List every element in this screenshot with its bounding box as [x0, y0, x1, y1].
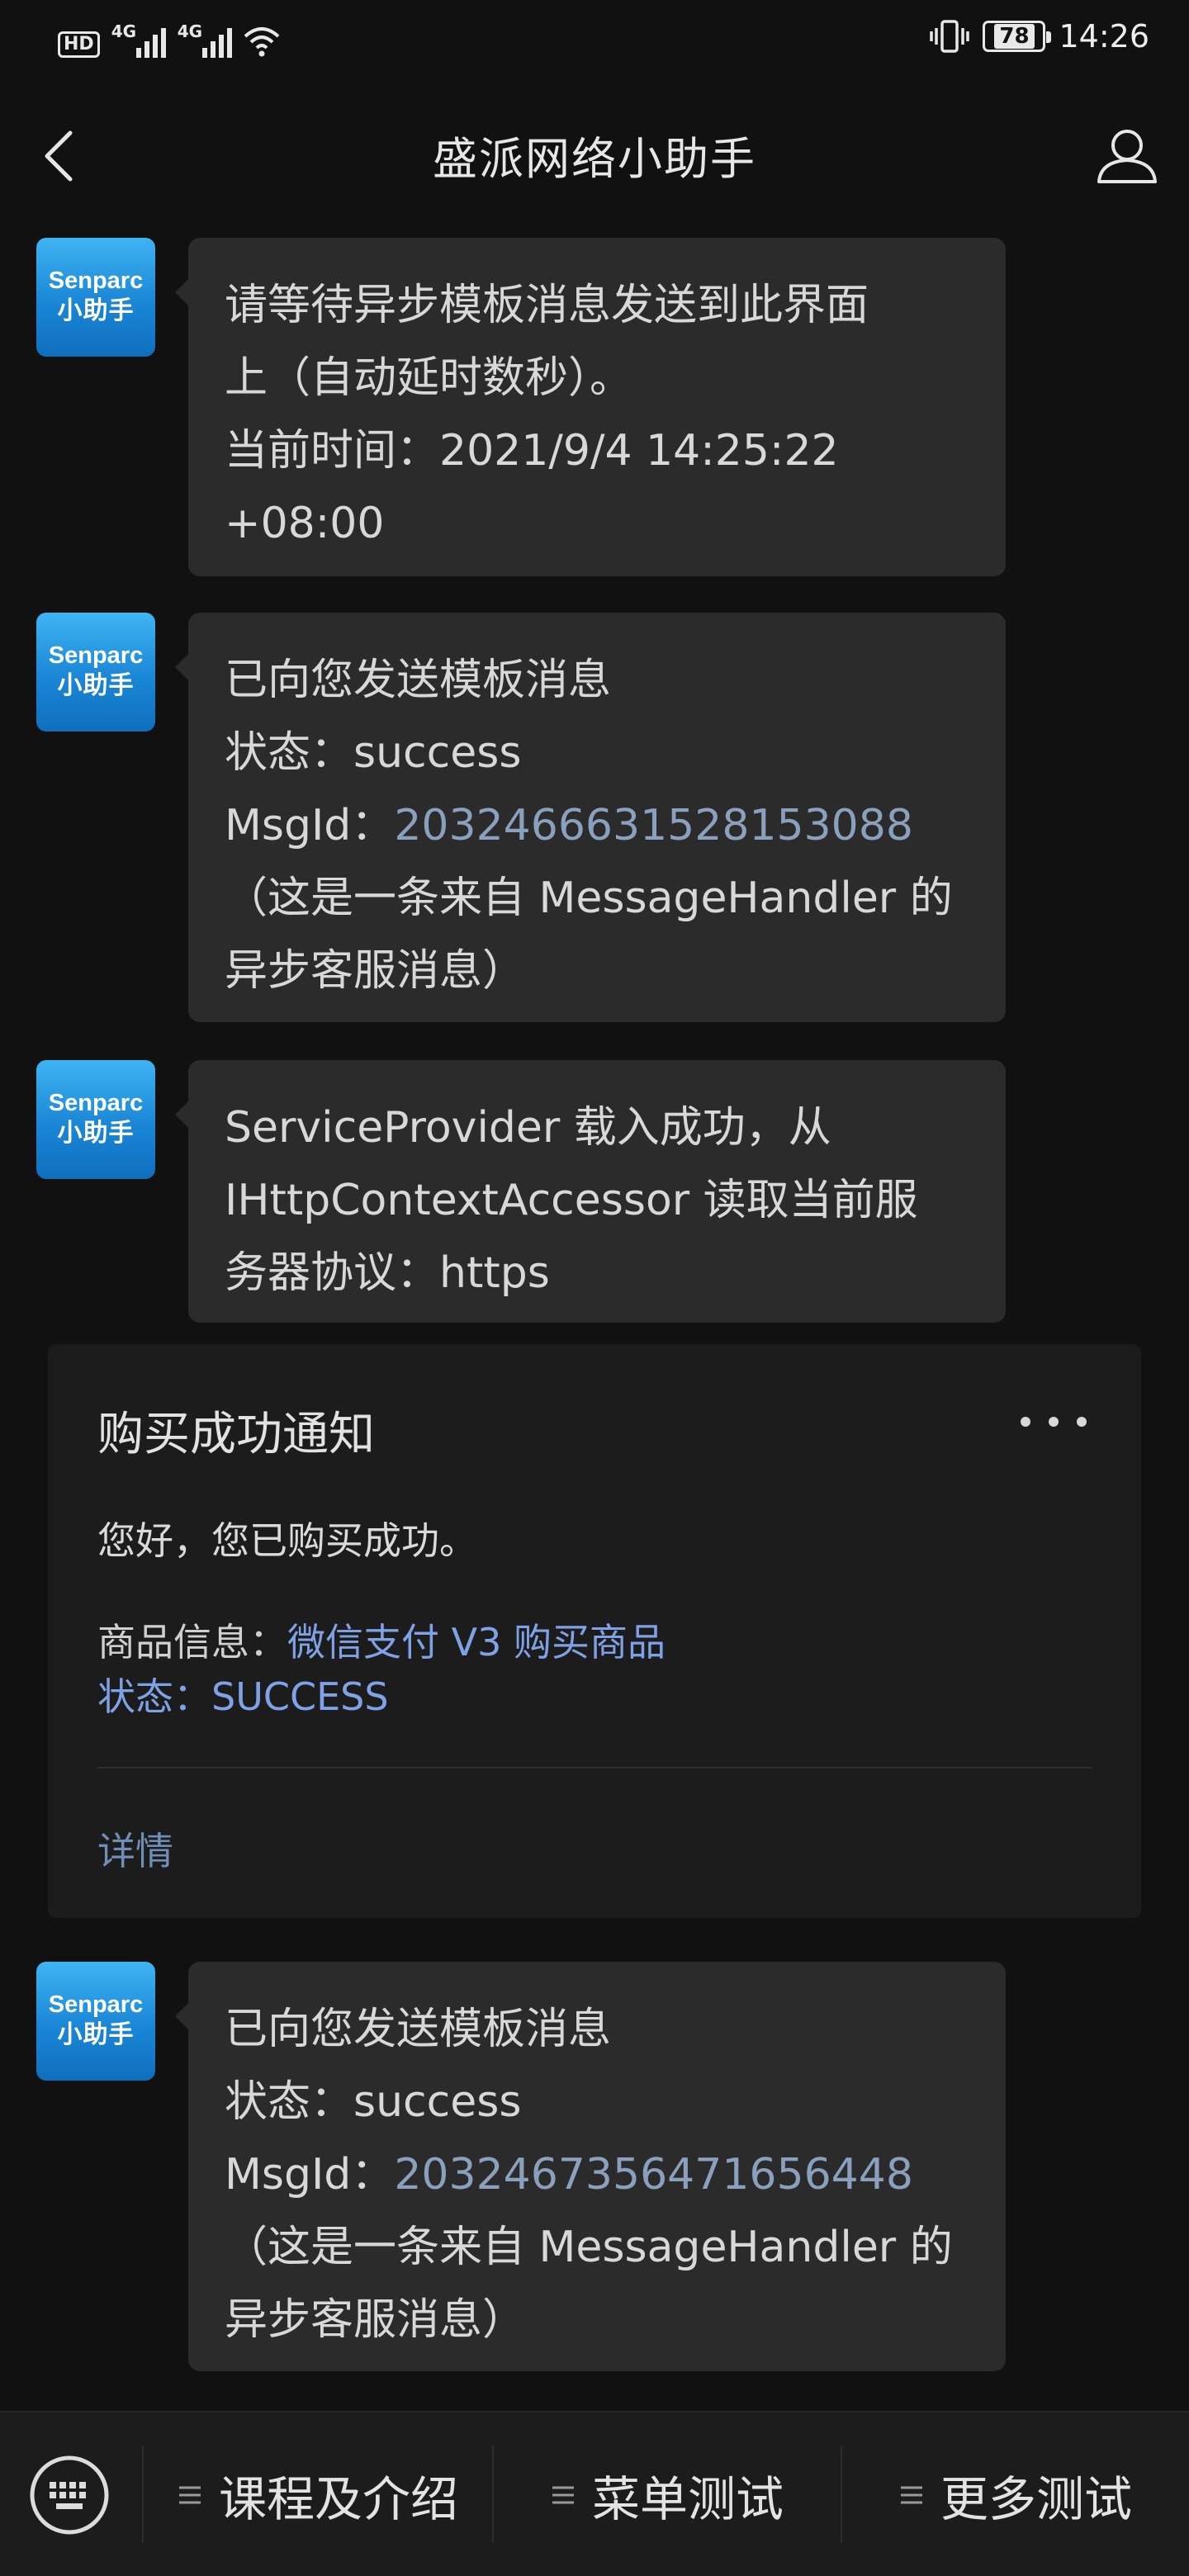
menu-item-label: 更多测试: [940, 2471, 1132, 2527]
person-icon: [1097, 130, 1157, 183]
hd-badge: HD: [58, 31, 100, 58]
sim2-signal-icon: 4G: [178, 21, 232, 58]
avatar-brand: Senparc: [48, 268, 144, 294]
card-title: 购买成功通知: [97, 1408, 375, 1461]
message-line: 异步客服消息）: [225, 2295, 526, 2345]
battery-level: 78: [994, 24, 1035, 49]
message-bubble[interactable]: ServiceProvider 载入成功，从 IHttpContextAcces…: [175, 1060, 1006, 1323]
bot-avatar[interactable]: Senparc 小助手: [36, 238, 155, 357]
msgid-value[interactable]: 2032467356471656448: [394, 2150, 913, 2200]
keyboard-toggle-button[interactable]: [23, 2451, 116, 2540]
vibrate-icon: [930, 20, 970, 53]
avatar-subtitle: 小助手: [57, 671, 135, 700]
sim1-signal-icon: 4G: [111, 21, 166, 58]
menu-item-courses[interactable]: 课程及介绍: [144, 2413, 492, 2576]
menu-item-menu-test[interactable]: 菜单测试: [494, 2413, 841, 2576]
menu-lines-icon: [552, 2486, 574, 2504]
message-status: 状态：success: [225, 2077, 522, 2127]
menu-lines-icon: [178, 2486, 201, 2504]
msgid-label: MsgId：: [225, 2150, 395, 2200]
status-right: 78 14:26: [930, 18, 1149, 54]
sim2-network-tag: 4G: [177, 21, 203, 41]
avatar-subtitle: 小助手: [57, 296, 135, 325]
message-line: 上（自动延时数秒）。: [225, 353, 633, 403]
message-status: 状态：success: [225, 728, 522, 778]
message-line: 已向您发送模板消息: [225, 2005, 612, 2054]
product-field: 商品信息：微信支付 V3 购买商品: [97, 1615, 666, 1669]
detail-link[interactable]: 详情: [97, 1821, 173, 1876]
menu-item-label: 课程及介绍: [218, 2471, 458, 2527]
msgid-value[interactable]: 2032466631528153088: [394, 801, 913, 850]
chat-header: 盛派网络小助手: [0, 83, 1189, 230]
keyboard-icon: [30, 2455, 109, 2535]
avatar-subtitle: 小助手: [57, 1119, 135, 1148]
battery-icon: 78: [983, 21, 1052, 52]
card-divider: [97, 1767, 1092, 1769]
sim1-network-tag: 4G: [111, 21, 137, 41]
message-line: 当前时间：2021/9/4 14:25:22: [225, 426, 839, 476]
product-value: 微信支付 V3 购买商品: [287, 1620, 666, 1664]
message-line: 已向您发送模板消息: [225, 656, 612, 705]
message-bubble[interactable]: 已向您发送模板消息 状态：success MsgId：2032467356471…: [175, 1962, 1006, 2371]
message-line: +08:00: [225, 499, 385, 548]
message-line: （这是一条来自 MessageHandler 的: [225, 874, 953, 923]
bottom-menu-bar: 课程及介绍 菜单测试 更多测试: [0, 2411, 1189, 2576]
page-title: 盛派网络小助手: [433, 133, 756, 185]
status-value: SUCCESS: [211, 1674, 389, 1719]
more-options-icon[interactable]: [1021, 1397, 1087, 1447]
status-bar: HD 4G 4G 78 14:26: [0, 0, 1189, 83]
message-msgid: MsgId：2032467356471656448: [225, 2138, 969, 2211]
menu-lines-icon: [900, 2486, 922, 2504]
message-line: 请等待异步模板消息发送到此界面: [225, 281, 869, 330]
wifi-icon: [244, 27, 280, 57]
profile-button[interactable]: [1090, 121, 1164, 192]
message-bubble[interactable]: 已向您发送模板消息 状态：success MsgId：2032466631528…: [175, 613, 1006, 1022]
product-label: 商品信息：: [97, 1620, 287, 1664]
status-label: 状态：: [97, 1674, 211, 1719]
message-bubble[interactable]: 请等待异步模板消息发送到此界面 上（自动延时数秒）。 当前时间：2021/9/4…: [175, 238, 1006, 576]
card-greeting: 您好，您已购买成功。: [97, 1518, 477, 1563]
menu-item-more-tests[interactable]: 更多测试: [842, 2413, 1189, 2576]
message-msgid: MsgId：2032466631528153088: [225, 789, 969, 862]
avatar-brand: Senparc: [48, 1090, 144, 1116]
message-line: （这是一条来自 MessageHandler 的: [225, 2223, 953, 2272]
bot-avatar[interactable]: Senparc 小助手: [36, 613, 155, 732]
status-left: HD 4G 4G: [58, 21, 280, 58]
avatar-brand: Senparc: [48, 1991, 144, 2018]
avatar-brand: Senparc: [48, 642, 144, 669]
chat-screen: HD 4G 4G 78 14:26 盛派网络小助手 Senparc 小助手 请等…: [0, 0, 1189, 2576]
avatar-subtitle: 小助手: [57, 2020, 135, 2049]
message-line: 务器协议：https: [225, 1248, 550, 1298]
template-message-card[interactable]: 购买成功通知 您好，您已购买成功。 商品信息：微信支付 V3 购买商品 状态：S…: [48, 1344, 1141, 1918]
msgid-label: MsgId：: [225, 801, 395, 850]
message-line: IHttpContextAccessor 读取当前服: [225, 1176, 918, 1225]
message-line: 异步客服消息）: [225, 946, 526, 996]
bot-avatar[interactable]: Senparc 小助手: [36, 1060, 155, 1179]
menu-item-label: 菜单测试: [591, 2471, 784, 2527]
bot-avatar[interactable]: Senparc 小助手: [36, 1962, 155, 2081]
message-line: ServiceProvider 载入成功，从: [225, 1103, 831, 1153]
status-field: 状态：SUCCESS: [97, 1669, 389, 1724]
status-time: 14:26: [1059, 18, 1149, 54]
